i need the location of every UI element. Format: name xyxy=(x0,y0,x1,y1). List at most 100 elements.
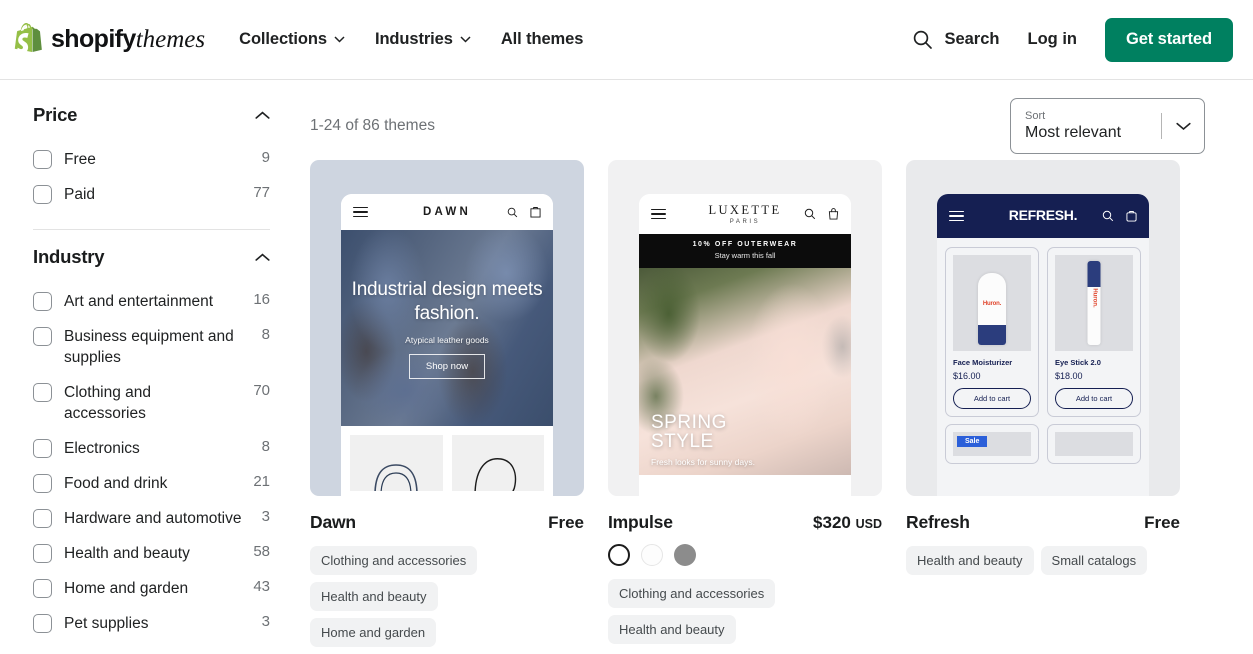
product-image xyxy=(1055,432,1133,456)
theme-tag: Small catalogs xyxy=(1040,546,1148,575)
theme-preview-refresh[interactable]: REFRESH. Huron. Face Moisturizer $16.00 … xyxy=(906,160,1180,496)
checkbox[interactable] xyxy=(33,544,52,563)
sort-chevron[interactable] xyxy=(1162,122,1204,131)
stick-cap xyxy=(1087,261,1101,287)
filter-label: Art and entertainment xyxy=(64,293,214,310)
hero-headline-line2: STYLE xyxy=(651,431,714,452)
theme-card-refresh[interactable]: REFRESH. Huron. Face Moisturizer $16.00 … xyxy=(906,160,1180,647)
filter-option-industry[interactable]: Food and drink 21 xyxy=(33,466,270,501)
theme-price: Free xyxy=(548,513,584,532)
theme-card-footer: Impulse $320 USD Clothing and accessorie… xyxy=(608,496,882,644)
results-count: 1-24 of 86 themes xyxy=(310,117,435,134)
site-header: shopifythemes Collections Industries All… xyxy=(0,0,1253,80)
filter-option-industry[interactable]: Business equipment and supplies 8 xyxy=(33,319,270,375)
color-swatches xyxy=(608,544,882,566)
store-nav-icons xyxy=(1102,210,1137,222)
store-nav-bar: REFRESH. xyxy=(937,194,1149,238)
checkbox[interactable] xyxy=(33,292,52,311)
checkbox[interactable] xyxy=(33,474,52,493)
theme-tag: Clothing and accessories xyxy=(310,546,478,575)
theme-preview-impulse[interactable]: LUXETTE PARIS 10% OFF OUTERWEAR Stay war… xyxy=(608,160,882,496)
facet-price-header[interactable]: Price xyxy=(33,104,270,130)
theme-card-impulse[interactable]: LUXETTE PARIS 10% OFF OUTERWEAR Stay war… xyxy=(608,160,882,647)
product-card: Sale xyxy=(945,424,1039,464)
sort-label: Sort xyxy=(1025,110,1046,122)
search-button[interactable]: Search xyxy=(912,29,1000,50)
nav-label-all-themes: All themes xyxy=(500,30,584,48)
shopify-themes-logo[interactable]: shopifythemes xyxy=(14,22,206,57)
filter-count: 16 xyxy=(253,291,270,308)
checkbox[interactable] xyxy=(33,150,52,169)
add-to-cart-button: Add to cart xyxy=(953,388,1031,409)
filter-count: 3 xyxy=(261,508,270,525)
hamburger-menu-icon xyxy=(949,210,964,222)
search-icon xyxy=(914,30,933,49)
filter-count: 43 xyxy=(253,578,270,595)
brand-light-text: themes xyxy=(135,26,206,53)
header-actions: Search Log in Get started xyxy=(912,17,1233,62)
filter-option-industry[interactable]: Pet supplies 3 xyxy=(33,606,270,641)
filter-label: Pet supplies xyxy=(64,615,149,632)
product-name: Face Moisturizer xyxy=(953,358,1013,367)
handbag-sketch-icon xyxy=(474,458,516,491)
login-link[interactable]: Log in xyxy=(1028,30,1077,49)
checkbox[interactable] xyxy=(33,439,52,458)
facet-industry-title: Industry xyxy=(33,246,105,267)
filter-option-paid[interactable]: Paid 77 xyxy=(33,177,270,212)
sort-value: Most relevant xyxy=(1025,124,1122,141)
hero-subhead: Atypical leather goods xyxy=(405,334,489,345)
theme-card-footer: Dawn Free Clothing and accessories Health… xyxy=(310,496,584,647)
facet-industry-header[interactable]: Industry xyxy=(33,246,270,272)
theme-card-dawn[interactable]: DAWN Industrial design meets fashion. At… xyxy=(310,160,584,647)
hero-content: SPRING STYLE Fresh looks for sunny days. xyxy=(651,413,755,467)
nav-item-all-themes[interactable]: All themes xyxy=(500,30,584,49)
moisturizer-tube-image: Huron. xyxy=(978,273,1006,345)
swatch[interactable] xyxy=(641,544,663,566)
phone-mockup: LUXETTE PARIS 10% OFF OUTERWEAR Stay war… xyxy=(639,194,851,496)
theme-tag: Health and beauty xyxy=(310,582,438,611)
facet-industry-list: Art and entertainment 16 Business equipmen… xyxy=(33,284,270,641)
results-toolbar: 1-24 of 86 themes Sort Most relevant xyxy=(310,80,1205,160)
checkbox[interactable] xyxy=(33,185,52,204)
facet-price-list: Free 9 Paid 77 xyxy=(33,142,270,212)
theme-preview-dawn[interactable]: DAWN Industrial design meets fashion. At… xyxy=(310,160,584,496)
filter-option-industry[interactable]: Health and beauty 58 xyxy=(33,536,270,571)
nav-item-industries[interactable]: Industries xyxy=(375,30,471,49)
filter-label: Food and drink xyxy=(64,475,168,492)
nav-item-collections[interactable]: Collections xyxy=(239,30,345,49)
checkbox[interactable] xyxy=(33,509,52,528)
product-price: $18.00 xyxy=(1055,371,1083,381)
checkbox[interactable] xyxy=(33,579,52,598)
nav-label-collections: Collections xyxy=(239,30,327,48)
checkbox[interactable] xyxy=(33,614,52,633)
hero-headline-line1: SPRING xyxy=(651,412,727,433)
cart-icon xyxy=(1126,211,1137,222)
checkbox[interactable] xyxy=(33,327,52,346)
filter-option-industry[interactable]: Art and entertainment 16 xyxy=(33,284,270,319)
swatch-selected[interactable] xyxy=(608,544,630,566)
filter-option-industry[interactable]: Clothing and accessories 70 xyxy=(33,375,270,431)
page-body: Price Free 9 Paid 77 Industry Art and en… xyxy=(0,80,1253,654)
theme-tags: Clothing and accessories Health and beaut… xyxy=(608,579,882,644)
product-grid-row2: Sale xyxy=(937,417,1149,464)
nav-label-industries: Industries xyxy=(374,30,453,48)
theme-price: Free xyxy=(1144,513,1180,532)
product-name: Eye Stick 2.0 xyxy=(1055,358,1101,367)
sort-select[interactable]: Sort Most relevant xyxy=(1010,98,1205,154)
theme-price-amount: $320 xyxy=(813,513,851,532)
checkbox[interactable] xyxy=(33,383,52,402)
hero-content: Industrial design meets fashion. Atypica… xyxy=(341,230,553,426)
theme-title-row: Refresh Free xyxy=(906,512,1180,533)
hero-subhead: Fresh looks for sunny days. xyxy=(651,457,755,467)
product-image: Huron. xyxy=(953,255,1031,351)
filter-option-industry[interactable]: Home and garden 43 xyxy=(33,571,270,606)
add-to-cart-button: Add to cart xyxy=(1055,388,1133,409)
filter-count: 77 xyxy=(253,184,270,201)
theme-grid: DAWN Industrial design meets fashion. At… xyxy=(310,160,1205,647)
filter-option-industry[interactable]: Hardware and automotive 3 xyxy=(33,501,270,536)
promo-banner: 10% OFF OUTERWEAR Stay warm this fall xyxy=(639,234,851,268)
get-started-button[interactable]: Get started xyxy=(1104,17,1233,62)
filter-option-industry[interactable]: Electronics 8 xyxy=(33,431,270,466)
filter-option-free[interactable]: Free 9 xyxy=(33,142,270,177)
swatch[interactable] xyxy=(674,544,696,566)
